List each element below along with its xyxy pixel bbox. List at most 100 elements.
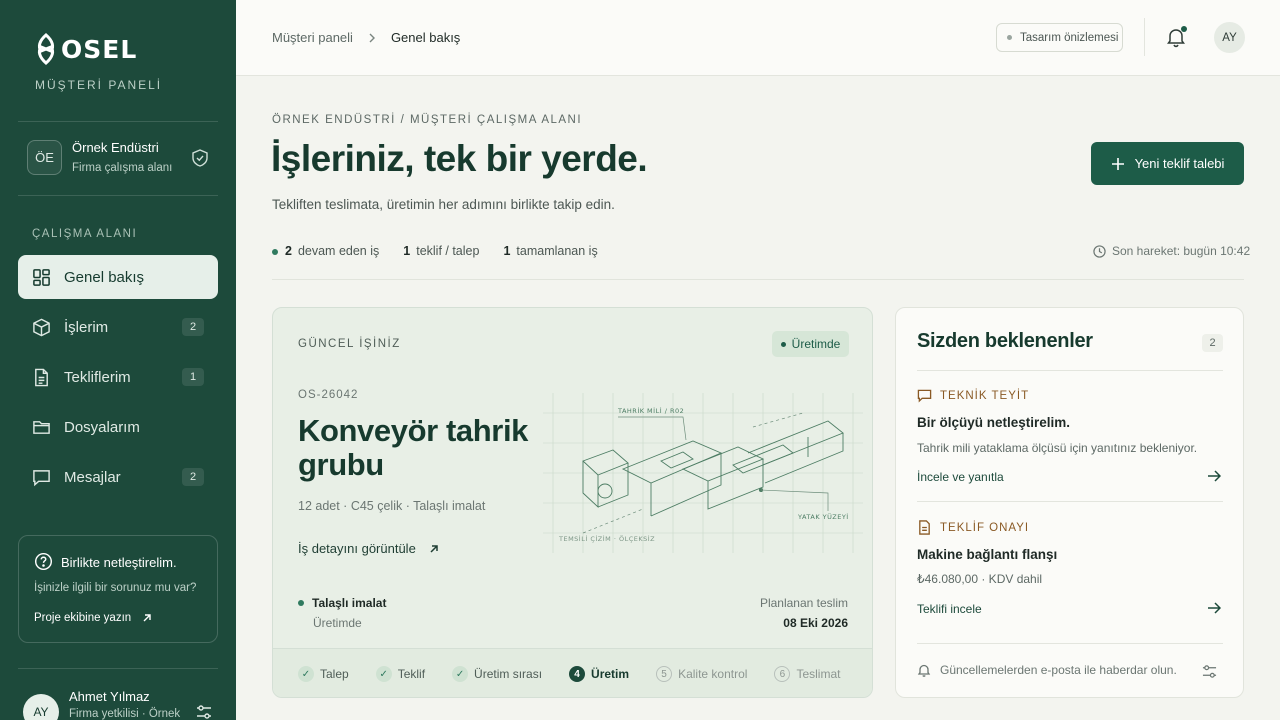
- company-switcher[interactable]: ÖE Örnek Endüstri Firma çalışma alanı: [18, 134, 218, 184]
- task-description: ₺46.080,00 · KDV dahil: [917, 572, 1043, 586]
- document-icon: [919, 520, 930, 535]
- sidebar-item-label: Genel bakış: [64, 268, 145, 286]
- current-phase: Talaşlı imalat: [298, 596, 386, 610]
- sidebar-item-jobs[interactable]: İşlerim 2: [18, 305, 218, 349]
- user-name: Ahmet Yılmaz: [69, 689, 150, 704]
- last-activity: Son hareket: bugün 10:42: [1093, 244, 1250, 258]
- user-profile[interactable]: AY Ahmet Yılmaz Firma yetkilisi · Örnek: [18, 686, 218, 720]
- sidebar-item-files[interactable]: Dosyalarım: [18, 405, 218, 449]
- count-badge: 2: [182, 468, 204, 486]
- job-title: Konveyör tahrik grubu: [298, 413, 529, 482]
- job-detail-link[interactable]: İş detayını görüntüle: [298, 541, 440, 556]
- divider: [18, 668, 218, 669]
- progress-steps: ✓ Talep ✓ Teklif ✓ Üretim sırası 4 Üretim 5K…: [273, 648, 872, 697]
- brand-logo[interactable]: OSEL: [35, 33, 137, 65]
- help-title: Birlikte netleştirelim.: [61, 555, 177, 570]
- chevron-right-icon: [369, 33, 375, 42]
- stat-active-jobs: 2 devam eden iş: [272, 244, 379, 258]
- check-icon: ✓: [375, 666, 392, 682]
- top-bar: Müşteri paneli Genel bakış Tasarım önizl…: [236, 0, 1280, 76]
- task-tag: TEKNİK TEYİT: [917, 388, 1029, 403]
- review-quote-link[interactable]: Teklifi incele: [917, 602, 1223, 616]
- step-number: 6: [774, 666, 791, 682]
- sidebar-item-messages[interactable]: Mesajlar 2: [18, 455, 218, 499]
- planned-delivery-date: 08 Eki 2026: [783, 616, 848, 630]
- technical-drawing-illustration: TAHRİK MİLİ / R02 YATAK YÜZEYİ TEMSİLİ Ç…: [543, 393, 863, 553]
- divider: [1144, 18, 1145, 56]
- box-icon: [33, 318, 50, 336]
- plus-icon: [1111, 157, 1124, 170]
- status-dot: [1007, 35, 1012, 40]
- design-preview-label: Tasarım önizlemesi: [1020, 31, 1119, 44]
- company-workspace: Firma çalışma alanı: [72, 162, 173, 174]
- breadcrumb: Müşteri paneli Genel bakış: [272, 30, 460, 45]
- stat-completed: 1 tamamlanan iş: [503, 244, 598, 258]
- breadcrumb-current: Genel bakış: [390, 30, 461, 45]
- step-production: 4 Üretim: [569, 666, 629, 682]
- count-badge: 2: [1202, 334, 1223, 352]
- step-number: 5: [656, 666, 673, 682]
- logo-mark-icon: [37, 33, 55, 65]
- stat-quotes: 1 teklif / talep: [403, 244, 480, 258]
- panel-subtitle: MÜŞTERİ PANELİ: [35, 78, 163, 92]
- settings-sliders-icon[interactable]: [1202, 664, 1217, 679]
- arrow-up-right-icon: [430, 544, 438, 553]
- divider: [917, 643, 1223, 644]
- sidebar-item-label: Dosyalarım: [64, 418, 140, 436]
- contact-team-label: Proje ekibine yazın: [34, 612, 132, 624]
- task-title: Bir ölçüyü netleştirelim.: [917, 415, 1071, 430]
- arrow-right-icon: [1208, 602, 1221, 614]
- user-role: Firma yetkilisi · Örnek: [69, 708, 181, 720]
- step-delivery: 6 Teslimat: [774, 666, 840, 682]
- new-quote-request-button[interactable]: Yeni teklif talebi: [1091, 142, 1244, 185]
- divider: [18, 121, 218, 122]
- page-title: İşleriniz, tek bir yerde.: [271, 138, 648, 179]
- task-tag: TEKLİF ONAYI: [917, 520, 1029, 535]
- step-quality-control: 5 Kalite kontrol: [656, 666, 747, 682]
- notification-dot: [1181, 26, 1187, 32]
- status-label: Üretimde: [791, 337, 841, 351]
- company-name: Örnek Endüstri: [72, 140, 159, 155]
- sidebar-item-overview[interactable]: Genel bakış: [18, 255, 218, 299]
- check-icon: ✓: [298, 666, 314, 682]
- message-icon: [917, 389, 932, 403]
- new-quote-request-label: Yeni teklif talebi: [1134, 156, 1225, 171]
- nav-section-label: ÇALIŞMA ALANI: [32, 228, 138, 240]
- sidebar: OSEL MÜŞTERİ PANELİ ÖE Örnek Endüstri Fi…: [0, 0, 236, 720]
- phase-name: Talaşlı imalat: [312, 596, 387, 610]
- pending-actions-panel: Sizden beklenenler 2 TEKNİK TEYİT Bir öl…: [895, 307, 1244, 698]
- settings-sliders-icon[interactable]: [196, 704, 212, 720]
- breadcrumb-root[interactable]: Müşteri paneli: [272, 30, 353, 45]
- summary-stats: 2 devam eden iş 1 teklif / talep 1 tamamlan…: [272, 244, 598, 258]
- question-circle-icon: [34, 552, 53, 571]
- document-icon: [35, 368, 48, 386]
- arrow-up-right-icon: [143, 614, 151, 622]
- phase-status: Üretimde: [313, 616, 362, 630]
- job-code: OS-26042: [298, 389, 359, 401]
- shield-check-icon: [192, 149, 208, 167]
- design-preview-badge: Tasarım önizlemesi: [996, 23, 1123, 52]
- folder-icon: [33, 420, 50, 434]
- current-job-card: GÜNCEL İŞİNİZ Üretimde OS-26042 Konveyör…: [272, 307, 873, 698]
- divider: [18, 195, 218, 196]
- divider: [272, 279, 1244, 280]
- step-request: ✓ Talep: [298, 666, 349, 682]
- status-dot: [780, 341, 786, 347]
- contact-team-link[interactable]: Proje ekibine yazın: [34, 612, 153, 624]
- status-badge: Üretimde: [772, 331, 849, 357]
- review-and-reply-link[interactable]: İncele ve yanıtla: [917, 470, 1223, 484]
- company-initials: ÖE: [27, 140, 62, 175]
- bell-icon: [917, 664, 931, 677]
- email-notification-note: Güncellemelerden e-posta ile haberdar ol…: [917, 663, 1223, 679]
- arrow-right-icon: [1208, 470, 1221, 482]
- logo-text: OSEL: [61, 34, 138, 64]
- sidebar-item-label: Mesajlar: [64, 468, 121, 486]
- step-number: 4: [569, 666, 586, 682]
- help-description: İşinizle ilgili bir sorunuz mu var?: [34, 582, 197, 594]
- job-section-label: GÜNCEL İŞİNİZ: [298, 338, 401, 350]
- avatar[interactable]: AY: [1214, 22, 1245, 53]
- panel-title: Sizden beklenenler: [917, 330, 1093, 352]
- sidebar-item-quotes[interactable]: Tekliflerim 1: [18, 355, 218, 399]
- drawing-part: [582, 420, 844, 517]
- page-lead: Tekliften teslimata, üretimin her adımın…: [272, 197, 615, 212]
